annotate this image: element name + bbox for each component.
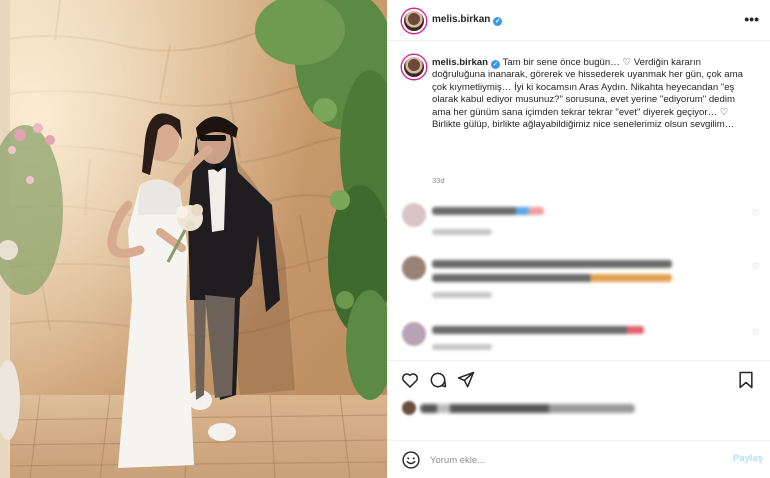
blurred-likes-text[interactable] [420, 404, 635, 413]
post-comment-button[interactable]: Paylaş [733, 453, 763, 464]
post-actions [388, 360, 770, 450]
blurred-comment-meta [432, 229, 492, 235]
blurred-comment-text [432, 207, 544, 215]
blurred-comment-text [432, 260, 672, 268]
post-sidebar: melis.birkan ✓ ••• melis.birkan ✓ Tam bir … [387, 0, 770, 478]
wedding-photo-illustration [0, 0, 387, 478]
more-dots-icon[interactable]: ••• [744, 11, 759, 27]
heart-icon[interactable]: ♡ [752, 263, 760, 271]
blurred-comment-meta [432, 344, 492, 350]
verified-badge-icon: ✓ [493, 17, 503, 26]
comment-avatar[interactable] [402, 203, 426, 227]
post-header: melis.birkan ✓ ••• [388, 0, 770, 41]
comment-icon[interactable] [428, 370, 448, 390]
comment-avatar[interactable] [402, 256, 426, 280]
header-avatar[interactable] [402, 9, 426, 33]
share-icon[interactable] [456, 370, 476, 390]
caption-username[interactable]: melis.birkan [432, 57, 488, 68]
heart-icon[interactable]: ♡ [752, 329, 760, 337]
heart-icon[interactable]: ♡ [752, 210, 760, 218]
blurred-comment-text [432, 326, 644, 334]
comment-item: ♡ [402, 256, 762, 298]
comment-box: Paylaş [388, 440, 770, 478]
caption-text-block: melis.birkan ✓ Tam bir sene önce bugün… ♡… [432, 57, 754, 131]
caption-age[interactable]: 33d [432, 176, 445, 185]
heart-icon[interactable] [400, 370, 420, 390]
comment-item: ♡ [402, 203, 762, 243]
post-photo[interactable] [0, 0, 387, 478]
blurred-comment-meta [432, 292, 492, 298]
bookmark-icon[interactable] [736, 370, 756, 390]
emoji-icon[interactable] [401, 450, 421, 470]
comment-item: ♡ [402, 322, 762, 362]
header-username[interactable]: melis.birkan ✓ [432, 14, 503, 26]
likes-avatar[interactable] [402, 401, 416, 415]
comment-avatar[interactable] [402, 322, 426, 346]
blurred-comment-text [432, 274, 672, 282]
header-username-text[interactable]: melis.birkan [432, 14, 490, 25]
instagram-post: melis.birkan ✓ ••• melis.birkan ✓ Tam bir … [0, 0, 770, 478]
caption-avatar[interactable] [402, 55, 426, 79]
comment-input[interactable] [430, 451, 710, 469]
verified-badge-icon: ✓ [491, 60, 500, 69]
